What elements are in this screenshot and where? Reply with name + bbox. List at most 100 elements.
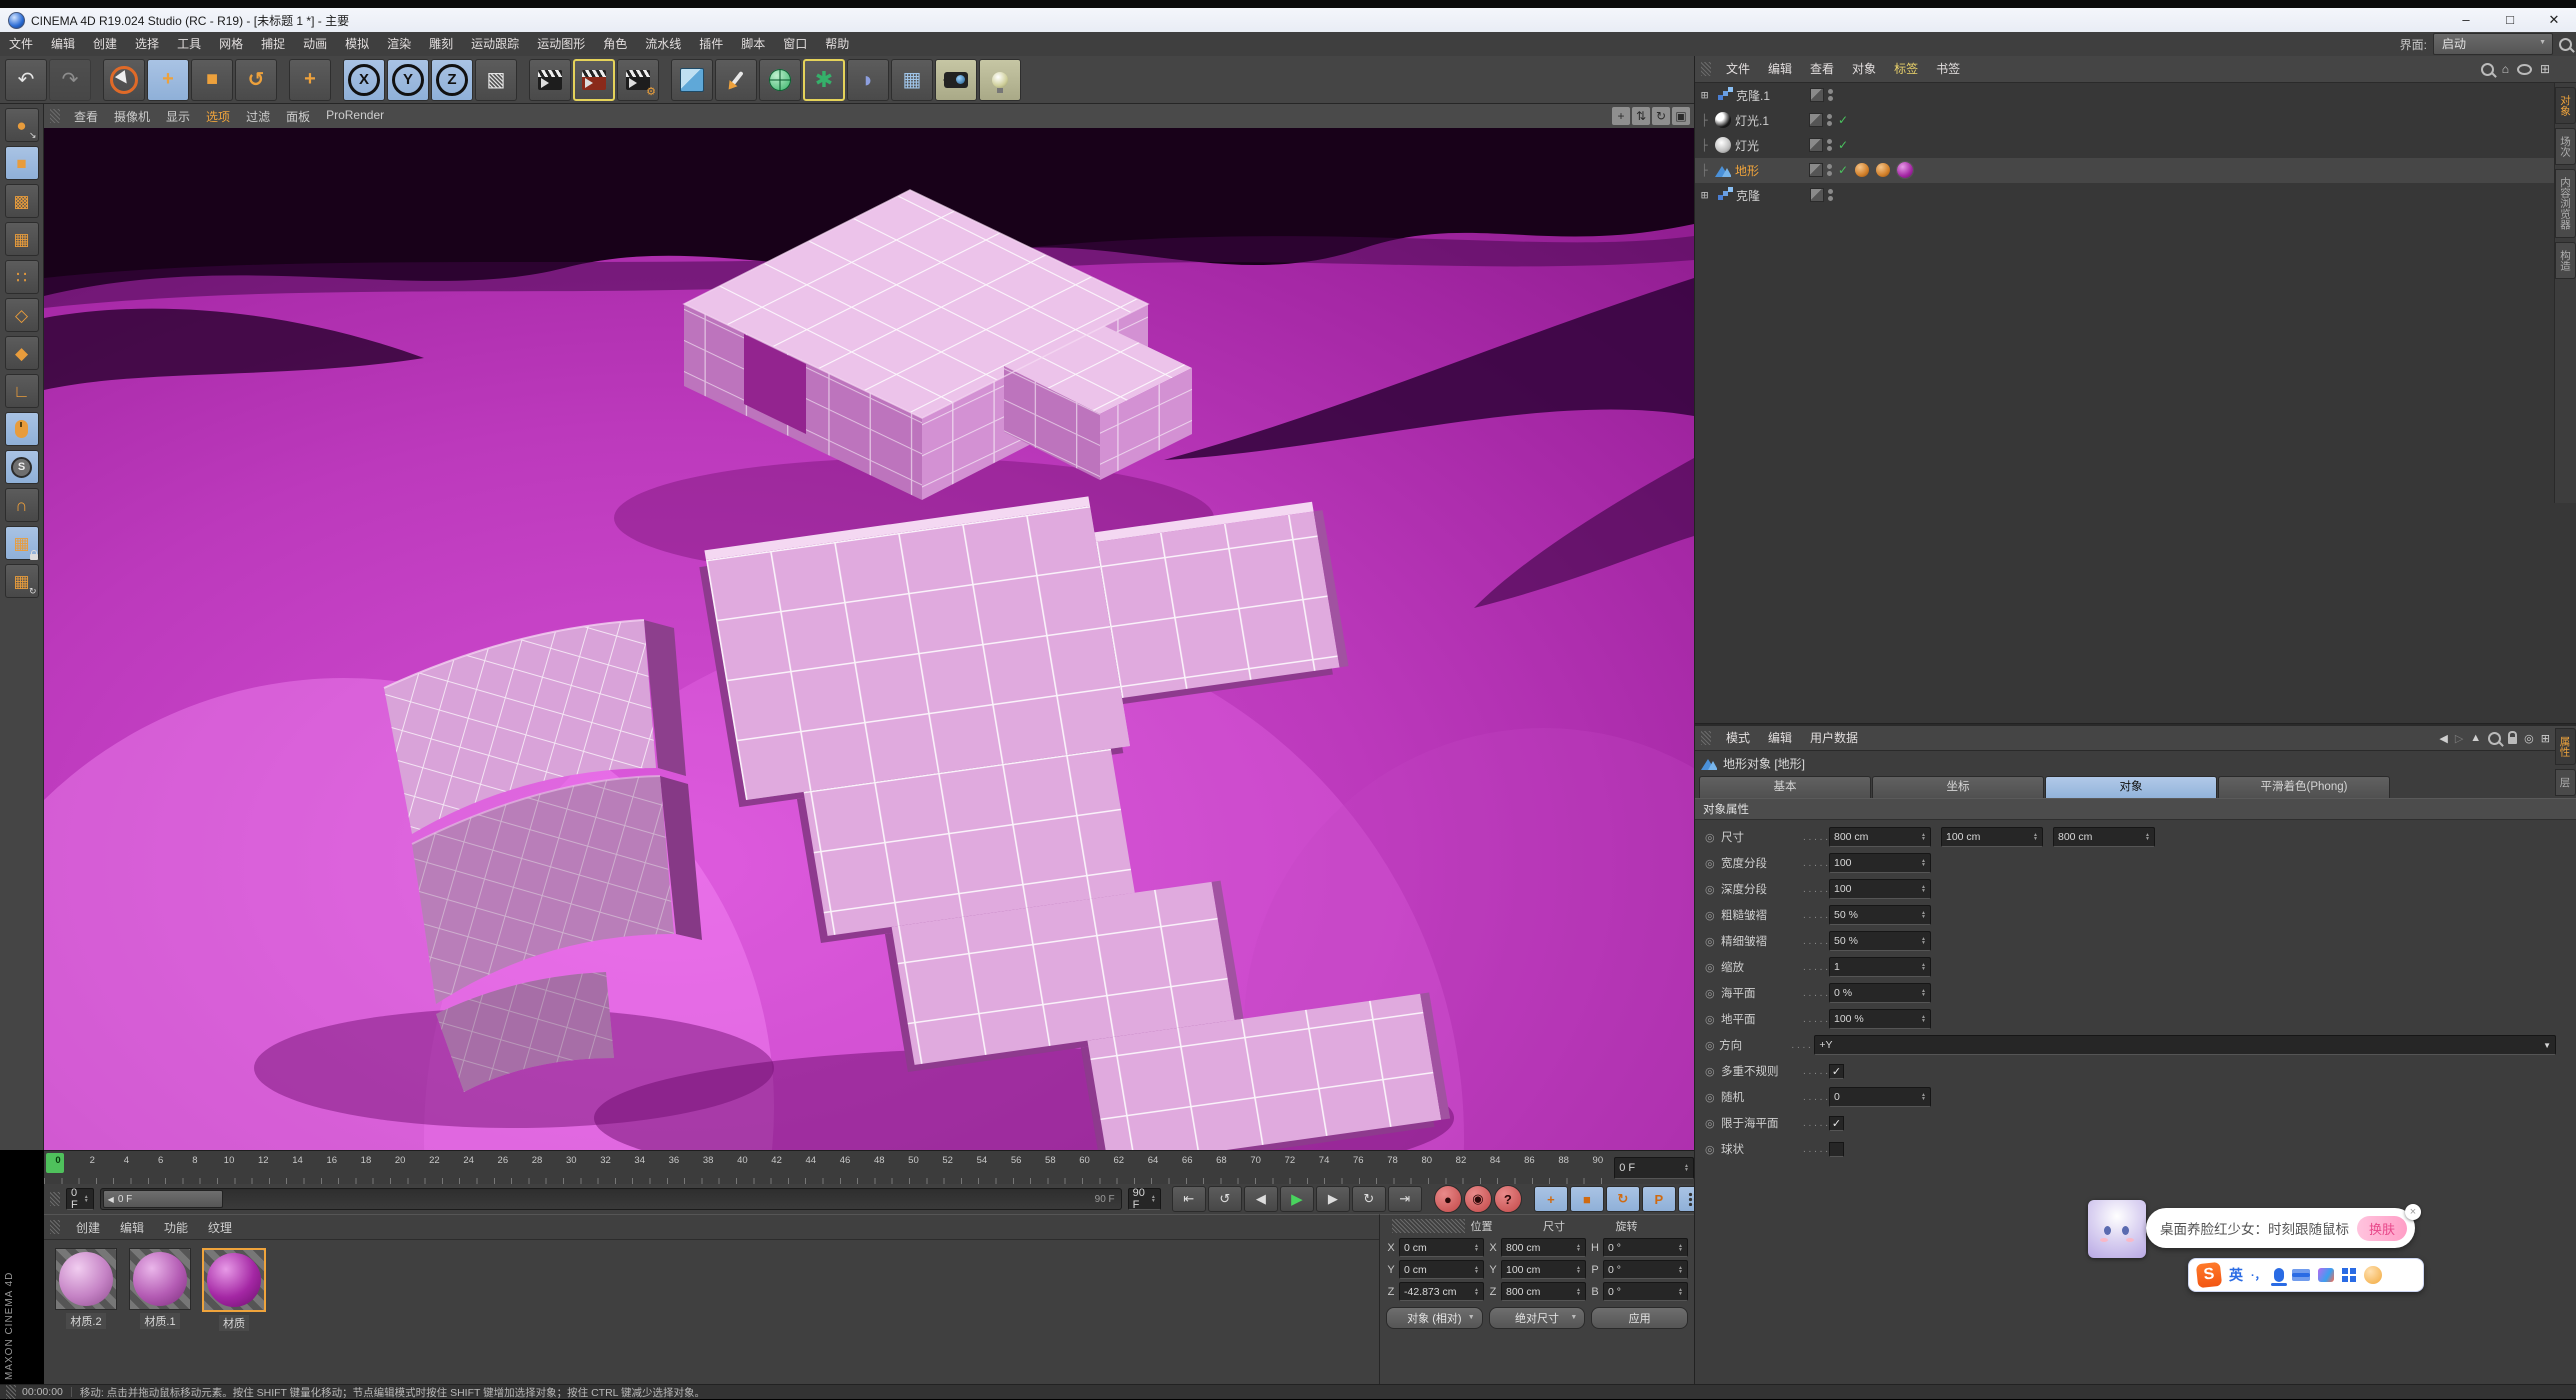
enabled-check-icon[interactable]: ✓ bbox=[1838, 163, 1848, 177]
attribute-field[interactable]: 50 %▲▼ bbox=[1829, 931, 1931, 951]
spinner-icon[interactable]: ▲▼ bbox=[1915, 1093, 1926, 1101]
panel-grip[interactable] bbox=[1701, 62, 1711, 76]
side-tab-3[interactable]: 构造 bbox=[2555, 242, 2576, 279]
pet-avatar[interactable] bbox=[2088, 1200, 2146, 1258]
enable-axis-button[interactable]: ∟ bbox=[5, 374, 39, 408]
menu-item-0[interactable]: 文件 bbox=[0, 32, 42, 56]
size-field[interactable]: 100 cm▲▼ bbox=[1501, 1260, 1586, 1279]
enabled-check-icon[interactable]: ✓ bbox=[1838, 113, 1848, 127]
menu-item-13[interactable]: 角色 bbox=[594, 32, 636, 56]
previous-frame-button[interactable]: ◀ bbox=[1244, 1186, 1278, 1212]
attr-side-tab-1[interactable]: 层 bbox=[2555, 769, 2576, 796]
material-menu-0[interactable]: 创建 bbox=[66, 1219, 110, 1236]
om-menu-0[interactable]: 文件 bbox=[1717, 57, 1759, 81]
quantize-button[interactable]: S bbox=[5, 450, 39, 484]
panel-grip[interactable] bbox=[50, 1220, 60, 1234]
key-circle-icon[interactable]: ◎ bbox=[1705, 1013, 1721, 1026]
viewport-menu-2[interactable]: 显示 bbox=[158, 108, 198, 125]
rotation-field[interactable]: 0 °▲▼ bbox=[1603, 1238, 1688, 1257]
key-circle-icon[interactable]: ◎ bbox=[1705, 1143, 1721, 1156]
position-field[interactable]: 0 cm▲▼ bbox=[1399, 1260, 1484, 1279]
history-forward-icon[interactable]: ▷ bbox=[2455, 732, 2463, 745]
interface-dropdown[interactable]: 启动 bbox=[2433, 33, 2553, 55]
om-menu-4[interactable]: 标签 bbox=[1885, 57, 1927, 81]
menu-item-3[interactable]: 选择 bbox=[126, 32, 168, 56]
menu-item-4[interactable]: 工具 bbox=[168, 32, 210, 56]
home-icon[interactable]: ⌂ bbox=[2502, 62, 2509, 76]
enabled-check-icon[interactable]: ✓ bbox=[1838, 138, 1848, 152]
history-back-icon[interactable]: ◀ bbox=[2439, 732, 2447, 745]
position-mode-dropdown[interactable]: 对象 (相对) bbox=[1386, 1307, 1483, 1329]
side-tab-2[interactable]: 内容浏览器 bbox=[2555, 169, 2576, 238]
attribute-field[interactable]: 800 cm▲▼ bbox=[2053, 827, 2155, 847]
menu-item-15[interactable]: 插件 bbox=[690, 32, 732, 56]
visibility-dots[interactable] bbox=[1827, 139, 1832, 151]
attribute-field[interactable]: 100 %▲▼ bbox=[1829, 1009, 1931, 1029]
deformer-button[interactable]: ◗ bbox=[847, 59, 889, 101]
render-settings-button[interactable]: ⚙ bbox=[617, 59, 659, 101]
menu-item-17[interactable]: 窗口 bbox=[774, 32, 816, 56]
menu-item-12[interactable]: 运动图形 bbox=[528, 32, 594, 56]
key-circle-icon[interactable]: ◎ bbox=[1705, 831, 1721, 844]
spinner-icon[interactable]: ▲▼ bbox=[1468, 1288, 1479, 1296]
mograph-cloner-button[interactable]: ✱ bbox=[803, 59, 845, 101]
key-circle-icon[interactable]: ◎ bbox=[1705, 1065, 1721, 1078]
viewport-menu-3[interactable]: 选项 bbox=[198, 108, 238, 125]
menu-item-1[interactable]: 编辑 bbox=[42, 32, 84, 56]
snap-button[interactable]: ∩ bbox=[5, 488, 39, 522]
layer-chip-icon[interactable] bbox=[1809, 163, 1823, 177]
menu-item-6[interactable]: 捕捉 bbox=[252, 32, 294, 56]
key-circle-icon[interactable]: ◎ bbox=[1705, 935, 1721, 948]
model-mode-button[interactable]: ■ bbox=[5, 146, 39, 180]
panel-grip[interactable] bbox=[50, 1192, 60, 1206]
attribute-field[interactable]: 100▲▼ bbox=[1829, 879, 1931, 899]
spinner-icon[interactable]: ▲▼ bbox=[1915, 937, 1926, 945]
play-button[interactable]: ▶ bbox=[1280, 1186, 1314, 1212]
popup-close-icon[interactable]: × bbox=[2405, 1204, 2421, 1220]
emoji-icon[interactable] bbox=[2364, 1266, 2382, 1284]
viewport-menu-6[interactable]: ProRender bbox=[318, 108, 392, 125]
key-circle-icon[interactable]: ◎ bbox=[1705, 857, 1721, 870]
object-row-4[interactable]: ⊞克隆 bbox=[1695, 183, 2576, 208]
skin-icon[interactable] bbox=[2318, 1268, 2334, 1282]
layer-chip-icon[interactable] bbox=[1810, 188, 1824, 202]
attribute-checkbox[interactable]: ✓ bbox=[1829, 1064, 1844, 1079]
apply-button[interactable]: 应用 bbox=[1591, 1307, 1688, 1329]
menu-item-7[interactable]: 动画 bbox=[294, 32, 336, 56]
microphone-icon[interactable] bbox=[2274, 1268, 2284, 1282]
layer-chip-icon[interactable] bbox=[1809, 113, 1823, 127]
timeline-ruler[interactable]: 0246810121416182022242628303234363840424… bbox=[44, 1150, 1694, 1186]
toggle-view-icon[interactable]: ▣ bbox=[1672, 107, 1690, 125]
key-circle-icon[interactable]: ◎ bbox=[1705, 909, 1721, 922]
size-field[interactable]: 800 cm▲▼ bbox=[1501, 1238, 1586, 1257]
menu-item-11[interactable]: 运动跟踪 bbox=[462, 32, 528, 56]
viewport-3d-canvas[interactable] bbox=[44, 128, 1694, 1150]
expand-icon[interactable]: ⊞ bbox=[1701, 189, 1713, 201]
next-key-button[interactable]: ↻ bbox=[1352, 1186, 1386, 1212]
material-menu-1[interactable]: 编辑 bbox=[110, 1219, 154, 1236]
undo-button[interactable]: ↶ bbox=[5, 59, 47, 101]
zoom-view-icon[interactable]: ⇅ bbox=[1632, 107, 1650, 125]
material-swatch-0[interactable]: 材质.2 bbox=[54, 1248, 118, 1331]
range-slider-handle[interactable]: ◀0 F bbox=[103, 1190, 223, 1208]
uv-mesh-button[interactable]: ▦ bbox=[5, 222, 39, 256]
texture-tag-icon[interactable] bbox=[1876, 163, 1890, 177]
previous-key-button[interactable]: ↺ bbox=[1208, 1186, 1242, 1212]
attribute-field[interactable]: 100▲▼ bbox=[1829, 853, 1931, 873]
floor-button[interactable]: ▦ bbox=[891, 59, 933, 101]
scale-tool[interactable]: ■ bbox=[191, 59, 233, 101]
render-picture-viewer-button[interactable] bbox=[573, 59, 615, 101]
om-menu-5[interactable]: 书签 bbox=[1927, 57, 1969, 81]
menu-item-10[interactable]: 雕刻 bbox=[420, 32, 462, 56]
polygon-mode-button[interactable]: ◆ bbox=[5, 336, 39, 370]
sogou-logo-icon[interactable]: S bbox=[2196, 1262, 2222, 1288]
lock-z-axis-button[interactable]: Z bbox=[431, 59, 473, 101]
spinner-icon[interactable]: ▲▼ bbox=[2027, 833, 2038, 841]
redo-button[interactable]: ↷ bbox=[49, 59, 91, 101]
frame-range-slider[interactable]: ◀0 F 90 F bbox=[100, 1188, 1122, 1210]
lock-x-axis-button[interactable]: X bbox=[343, 59, 385, 101]
om-menu-3[interactable]: 对象 bbox=[1843, 57, 1885, 81]
close-button[interactable]: ✕ bbox=[2532, 8, 2576, 32]
visibility-dots[interactable] bbox=[1828, 89, 1833, 101]
rotate-view-icon[interactable]: ↻ bbox=[1652, 107, 1670, 125]
